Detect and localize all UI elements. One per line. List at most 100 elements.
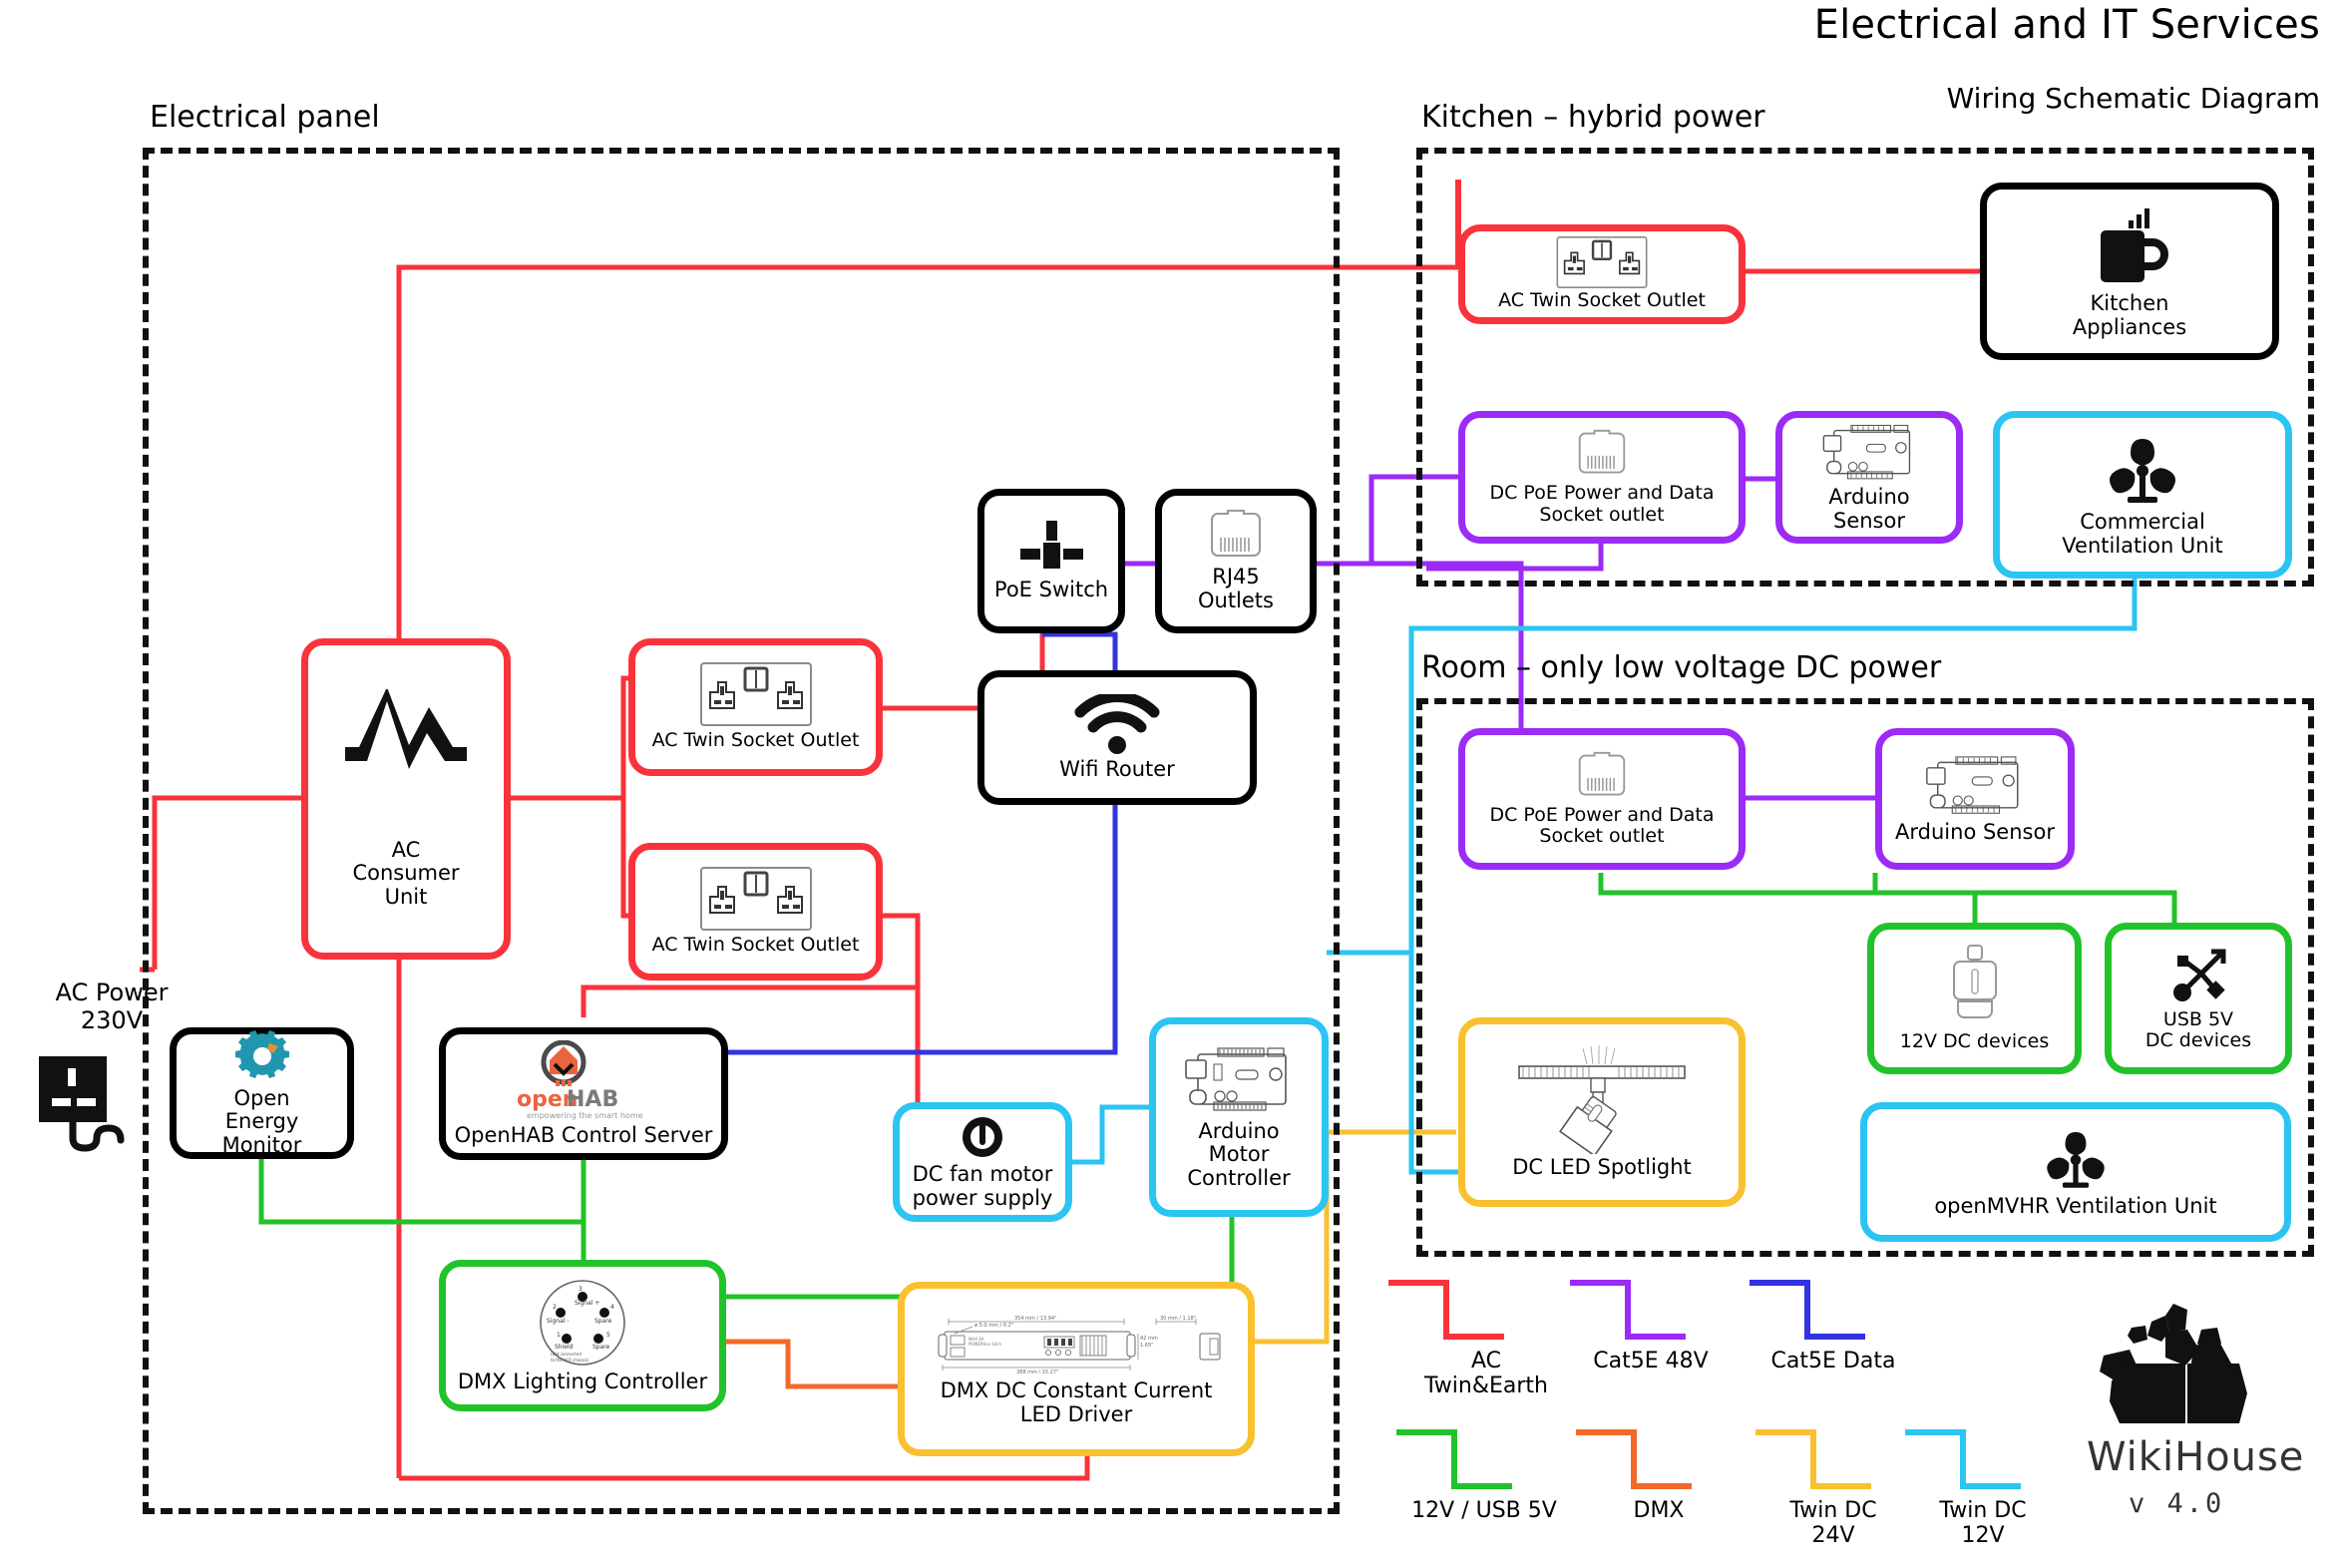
spotlight-drawing-icon — [1507, 1044, 1697, 1155]
uk-plug-icon — [35, 1052, 145, 1166]
arduino-board-icon — [1821, 422, 1917, 484]
arduino-board-icon — [1925, 753, 2025, 819]
node-commercial-ventilation-unit[interactable]: Commercial Ventilation Unit — [1993, 411, 2292, 579]
uk-twin-socket-icon — [699, 662, 812, 727]
node-ac-consumer-unit-label: AC Consumer Unit — [352, 837, 460, 909]
legend-swatch-cat5e-48v — [1570, 1280, 1686, 1340]
lightning-bolt-icon — [341, 688, 471, 797]
node-openhab-control-server-label: OpenHAB Control Server — [454, 1122, 713, 1147]
node-room-arduino-sensor-label: Arduino Sensor — [1895, 820, 2055, 845]
node-ac-twin-socket-outlet-lower[interactable]: AC Twin Socket Outlet — [628, 843, 883, 980]
node-kitchen-ac-twin-socket-outlet[interactable]: AC Twin Socket Outlet — [1458, 224, 1746, 324]
node-dmx-led-driver-label: DMX DC Constant Current LED Driver — [940, 1377, 1213, 1426]
svg-text:HAB: HAB — [567, 1087, 618, 1112]
node-kitchen-appliances[interactable]: Kitchen Appliances — [1980, 183, 2279, 360]
page-title: Electrical and IT Services — [1813, 2, 2320, 48]
zone-electrical-panel-title: Electrical panel — [150, 100, 380, 135]
svg-text:30 mm / 1.18": 30 mm / 1.18" — [1160, 1316, 1196, 1322]
svg-text:1: 1 — [557, 1332, 561, 1339]
node-openmvhr-ventilation-unit-label: openMVHR Ventilation Unit — [1934, 1194, 2217, 1219]
node-room-arduino-sensor[interactable]: Arduino Sensor — [1875, 728, 2075, 870]
node-kitchen-arduino-sensor-label: Arduino Sensor — [1828, 484, 1910, 533]
node-dc-led-spotlight-label: DC LED Spotlight — [1512, 1155, 1692, 1180]
svg-text:to the XLR chassis): to the XLR chassis) — [551, 1358, 589, 1363]
node-kitchen-arduino-sensor[interactable]: Arduino Sensor — [1775, 411, 1963, 544]
svg-text:354 mm / 13.94": 354 mm / 13.94" — [1014, 1316, 1056, 1322]
wifi-icon — [1074, 693, 1160, 754]
node-12v-dc-devices-label: 12V DC devices — [1899, 1030, 2050, 1053]
uk-twin-socket-icon — [1554, 236, 1650, 289]
rj45-jack-icon — [1576, 751, 1628, 801]
brand-version: v 4.0 — [2129, 1488, 2225, 1519]
car-charger-icon — [1948, 944, 2002, 1027]
legend-label-dmx: DMX — [1633, 1498, 1685, 1523]
rj45-jack-icon — [1208, 509, 1264, 562]
legend-label-ac: AC Twin&Earth — [1424, 1349, 1548, 1399]
xlr-5pin-connector-icon: 3 2 4 1 5 Signal + Signal - Spare Spare … — [535, 1277, 630, 1369]
ac-power-source-label: AC Power 230V — [55, 979, 169, 1034]
svg-text:Shield: Shield — [555, 1344, 574, 1351]
node-wifi-router-label: Wifi Router — [1059, 756, 1175, 781]
legend-swatch-twin-dc-12v — [1905, 1429, 2021, 1489]
node-kitchen-ac-twin-socket-outlet-label: AC Twin Socket Outlet — [1498, 289, 1706, 312]
node-kitchen-appliances-label: Kitchen Appliances — [2072, 291, 2187, 339]
arduino-board-icon — [1184, 1044, 1294, 1116]
node-usb-5v-dc-devices-label: USB 5V DC devices — [2144, 1007, 2252, 1051]
node-ac-twin-socket-outlet-upper[interactable]: AC Twin Socket Outlet — [628, 638, 883, 776]
node-room-dc-poe-outlet-label: DC PoE Power and Data Socket outlet — [1489, 803, 1715, 847]
brand-name: WikiHouse — [2087, 1434, 2305, 1480]
rj45-jack-icon — [1576, 429, 1628, 479]
svg-text:4: 4 — [610, 1304, 614, 1311]
power-button-icon — [959, 1113, 1006, 1161]
node-wifi-router[interactable]: Wifi Router — [977, 670, 1257, 805]
node-ac-twin-socket-outlet-upper-label: AC Twin Socket Outlet — [651, 729, 860, 752]
svg-text:1.65": 1.65" — [1140, 1343, 1153, 1349]
node-dc-fan-motor-power-supply-label: DC fan motor power supply — [912, 1162, 1053, 1210]
node-ac-consumer-unit[interactable]: AC Consumer Unit — [301, 638, 511, 960]
node-usb-5v-dc-devices[interactable]: USB 5V DC devices — [2105, 923, 2292, 1074]
svg-text:Signal -: Signal - — [547, 1318, 570, 1325]
page-subtitle: Wiring Schematic Diagram — [1946, 82, 2320, 115]
fan-icon — [2104, 431, 2181, 509]
node-ac-twin-socket-outlet-lower-label: AC Twin Socket Outlet — [651, 934, 860, 957]
node-dmx-led-driver[interactable]: 354 mm / 13.94" 388 mm / 15.27" 30 mm / … — [898, 1282, 1255, 1456]
svg-text:3: 3 — [579, 1286, 583, 1293]
legend-swatch-12v-usb5v — [1396, 1429, 1512, 1489]
node-open-energy-monitor[interactable]: Open Energy Monitor — [170, 1027, 354, 1159]
node-dc-led-spotlight[interactable]: DC LED Spotlight — [1458, 1017, 1746, 1207]
openhab-logo-icon: open HAB empowering the smart home — [509, 1039, 658, 1122]
mug-icon — [2087, 202, 2172, 288]
legend-swatch-dmx — [1576, 1429, 1692, 1489]
zone-kitchen-title: Kitchen – hybrid power — [1421, 100, 1765, 135]
svg-text:empowering the smart home: empowering the smart home — [527, 1111, 643, 1120]
svg-text:5: 5 — [606, 1332, 610, 1339]
led-driver-drawing-icon: 354 mm / 13.94" 388 mm / 15.27" 30 mm / … — [929, 1312, 1224, 1373]
svg-text:ø 5.0 mm / 0.2": ø 5.0 mm / 0.2" — [974, 1323, 1013, 1329]
node-room-dc-poe-outlet[interactable]: DC PoE Power and Data Socket outlet — [1458, 728, 1746, 870]
node-dc-fan-motor-power-supply[interactable]: DC fan motor power supply — [893, 1102, 1072, 1222]
node-dmx-lighting-controller[interactable]: 3 2 4 1 5 Signal + Signal - Spare Spare … — [439, 1260, 726, 1411]
node-rj45-outlets[interactable]: RJ45 Outlets — [1155, 489, 1317, 633]
wikihouse-blocks-logo-icon — [2090, 1302, 2249, 1430]
node-poe-switch-label: PoE Switch — [993, 577, 1109, 601]
node-arduino-motor-controller[interactable]: Arduino Motor Controller — [1149, 1017, 1329, 1217]
usb-icon — [2167, 946, 2229, 1007]
node-poe-switch[interactable]: PoE Switch — [977, 489, 1125, 633]
legend-label-12v-usb5v: 12V / USB 5V — [1411, 1498, 1557, 1523]
svg-text:2: 2 — [553, 1304, 557, 1311]
node-openhab-control-server[interactable]: open HAB empowering the smart home OpenH… — [439, 1027, 728, 1160]
svg-text:Signal +: Signal + — [575, 1300, 599, 1307]
node-openmvhr-ventilation-unit[interactable]: openMVHR Ventilation Unit — [1860, 1102, 2291, 1242]
svg-text:POWERlinx 10ch: POWERlinx 10ch — [969, 1342, 1002, 1347]
uk-twin-socket-icon — [699, 867, 812, 932]
node-kitchen-dc-poe-outlet-label: DC PoE Power and Data Socket outlet — [1489, 482, 1715, 526]
uk-plug-pins-icon — [1018, 520, 1084, 573]
legend-label-twin-dc-12v: Twin DC 12V — [1939, 1498, 2027, 1549]
fan-icon — [2042, 1125, 2110, 1193]
node-12v-dc-devices[interactable]: 12V DC devices — [1867, 923, 2082, 1074]
legend-swatch-cat5e-data — [1750, 1280, 1865, 1340]
svg-text:388 mm / 15.27": 388 mm / 15.27" — [1016, 1370, 1058, 1373]
svg-text:(Not connected: (Not connected — [551, 1352, 582, 1357]
node-kitchen-dc-poe-outlet[interactable]: DC PoE Power and Data Socket outlet — [1458, 411, 1746, 544]
legend-swatch-twin-dc-24v — [1755, 1429, 1871, 1489]
